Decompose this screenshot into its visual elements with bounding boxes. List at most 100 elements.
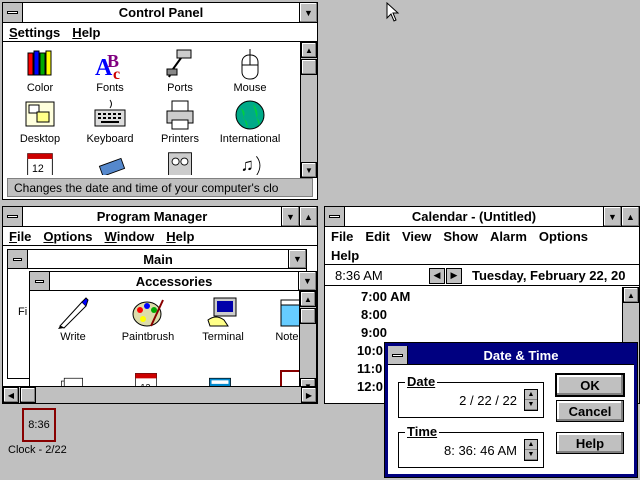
system-menu-button[interactable] — [388, 346, 408, 364]
color-icon — [27, 50, 52, 76]
accessory-write[interactable]: Write — [48, 296, 98, 343]
menu-edit[interactable]: Edit — [359, 229, 396, 244]
scroll-right-arrow[interactable]: ▶ — [301, 387, 317, 403]
ok-button[interactable]: OK — [555, 373, 625, 397]
date-spinner[interactable]: ▲ ▼ — [524, 389, 538, 411]
minimize-button[interactable]: ▼ — [298, 272, 316, 290]
desktop-icon — [25, 101, 55, 127]
printers-icon — [166, 100, 194, 130]
scroll-thumb[interactable] — [20, 387, 36, 403]
scroll-left-arrow[interactable]: ◀ — [3, 387, 19, 403]
date-field[interactable]: 2 / 22 / 22 — [401, 389, 523, 411]
menu-file[interactable]: File — [325, 229, 359, 244]
calendar-title: Calendar - (Untitled) — [411, 209, 537, 224]
program-manager-titlebar[interactable]: Program Manager ▼ ▲ — [3, 207, 317, 227]
write-icon — [58, 297, 89, 329]
menu-help[interactable]: Help — [160, 229, 200, 244]
next-day-button[interactable]: ▶ — [446, 267, 462, 284]
time-slot[interactable]: 8:00 — [361, 307, 387, 322]
main-group-titlebar[interactable]: Main ▼ — [8, 250, 306, 269]
cp-item-mouse[interactable]: Mouse — [215, 47, 285, 94]
ports-icon — [166, 49, 192, 78]
cp-label: Keyboard — [86, 133, 134, 145]
menu-options[interactable]: Options — [533, 229, 594, 244]
scroll-thumb[interactable] — [300, 308, 316, 324]
time-slot[interactable]: 7:00 AM — [361, 289, 410, 304]
main-partial-label: Fi — [18, 306, 28, 318]
help-button[interactable]: Help — [556, 432, 624, 454]
cp-item-desktop[interactable]: Desktop — [5, 98, 75, 145]
minimize-button[interactable]: ▼ — [288, 250, 306, 268]
scroll-up-arrow[interactable]: ▲ — [623, 287, 639, 303]
date-label: Date — [405, 374, 438, 389]
menu-show[interactable]: Show — [437, 229, 484, 244]
menu-view[interactable]: View — [396, 229, 437, 244]
control-panel-titlebar[interactable]: Control Panel ▼ — [3, 3, 317, 23]
drivers-icon — [168, 152, 192, 175]
cp-item-fonts[interactable]: ABc Fonts — [75, 47, 145, 94]
clock-time: 8:36 — [28, 419, 50, 431]
accessories-vscroll[interactable]: ▲ ▼ — [299, 291, 316, 394]
menu-help[interactable]: Help — [66, 25, 106, 40]
system-menu-button[interactable] — [3, 3, 23, 22]
control-panel-title: Control Panel — [118, 5, 204, 20]
maximize-button[interactable]: ▲ — [299, 207, 317, 226]
calendar-titlebar[interactable]: Calendar - (Untitled) ▼ ▲ — [325, 207, 639, 227]
cancel-button[interactable]: Cancel — [556, 400, 624, 422]
menu-alarm[interactable]: Alarm — [484, 229, 533, 244]
control-panel-window: Control Panel ▼ Settings Help Color ABc … — [0, 0, 321, 203]
minimize-button[interactable]: ▼ — [603, 207, 621, 226]
paintbrush-icon — [132, 299, 164, 327]
minimize-button[interactable]: ▼ — [281, 207, 299, 226]
time-slot[interactable]: 10:0 — [357, 343, 383, 358]
accessories-titlebar[interactable]: Accessories ▼ — [30, 272, 316, 291]
accessory-paintbrush[interactable]: Paintbrush — [118, 296, 178, 343]
time-slot[interactable]: 11:0 — [357, 361, 382, 376]
cp-label: International — [219, 133, 281, 145]
time-field[interactable]: 8: 36: 46 AM — [401, 439, 523, 461]
control-panel-icons: Color ABc Fonts Ports Mouse Desktop Keyb… — [5, 47, 295, 145]
maximize-button[interactable]: ▲ — [621, 207, 639, 226]
control-panel-partial-icons: 12 ♫ — [23, 151, 293, 175]
main-group-title: Main — [143, 251, 173, 267]
prev-day-button[interactable]: ◀ — [429, 267, 445, 284]
system-menu-button[interactable] — [325, 207, 345, 226]
sound-icon: ♫ — [241, 154, 261, 175]
system-menu-button[interactable] — [3, 207, 23, 226]
cp-label: Desktop — [19, 133, 61, 145]
menu-window[interactable]: Window — [99, 229, 161, 244]
date-time-titlebar[interactable]: Date & Time — [388, 346, 634, 365]
accessory-label: Paintbrush — [121, 331, 175, 343]
scroll-up-arrow[interactable]: ▲ — [300, 291, 316, 307]
menu-settings[interactable]: Settings — [3, 25, 66, 40]
time-slot[interactable]: 9:00 — [361, 325, 387, 340]
time-slot[interactable]: 12:0 — [357, 379, 383, 394]
time-spinner[interactable]: ▲ ▼ — [524, 439, 538, 461]
cp-item-ports[interactable]: Ports — [145, 47, 215, 94]
status-text: Changes the date and time of your comput… — [14, 180, 279, 195]
accessory-label: Write — [60, 331, 86, 343]
scroll-up-arrow[interactable]: ▲ — [301, 42, 317, 58]
menu-help[interactable]: Help — [325, 248, 365, 263]
scroll-down-arrow[interactable]: ▼ — [301, 162, 317, 178]
program-manager-title: Program Manager — [96, 209, 208, 224]
cp-item-international[interactable]: International — [215, 98, 285, 145]
time-label: Time — [405, 424, 440, 439]
memory-icon — [98, 157, 126, 175]
cp-item-printers[interactable]: Printers — [145, 98, 215, 145]
program-manager-hscroll[interactable]: ◀ ▶ — [3, 386, 317, 403]
menu-options[interactable]: Options — [37, 229, 98, 244]
control-panel-vscroll[interactable]: ▲ ▼ — [300, 42, 317, 178]
system-menu-button[interactable] — [8, 250, 28, 268]
terminal-icon — [207, 297, 237, 327]
cp-item-keyboard[interactable]: Keyboard — [75, 98, 145, 145]
mouse-pointer-icon — [386, 2, 400, 22]
system-menu-button[interactable] — [30, 272, 50, 290]
cp-item-color[interactable]: Color — [5, 47, 75, 94]
clock-minimized-icon[interactable]: 8:36 — [22, 408, 56, 442]
scroll-thumb[interactable] — [301, 59, 317, 75]
cp-label: Color — [26, 82, 54, 94]
minimize-button[interactable]: ▼ — [299, 3, 317, 22]
accessory-terminal[interactable]: Terminal — [196, 296, 250, 343]
menu-file[interactable]: File — [3, 229, 37, 244]
